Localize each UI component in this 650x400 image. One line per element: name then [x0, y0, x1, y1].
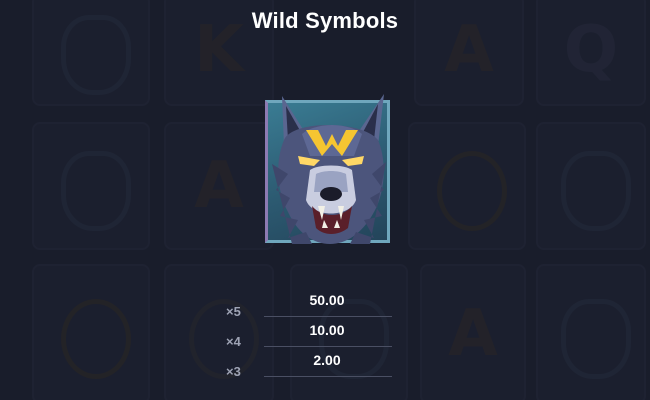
multiplier-label: ×3: [226, 364, 241, 379]
multiplier-label: ×5: [226, 304, 241, 319]
payout-value: 10.00: [309, 322, 345, 338]
payout-value: 50.00: [309, 292, 345, 308]
payout-value: 2.00: [313, 352, 341, 368]
page-title: Wild Symbols: [251, 8, 399, 33]
paytable-row: ×3 2.00: [220, 352, 392, 382]
wolf-wild-icon: [262, 94, 393, 249]
row-divider: [264, 346, 392, 347]
paytable-screen: K A Q A A Wild Symbols ×5 50.00 ×4 10.00…: [0, 0, 650, 400]
row-divider: [264, 376, 392, 377]
row-divider: [264, 316, 392, 317]
wolf-head-graphic: [272, 94, 386, 244]
paytable-row: ×5 50.00: [220, 292, 392, 322]
multiplier-label: ×4: [226, 334, 241, 349]
paytable-row: ×4 10.00: [220, 322, 392, 352]
